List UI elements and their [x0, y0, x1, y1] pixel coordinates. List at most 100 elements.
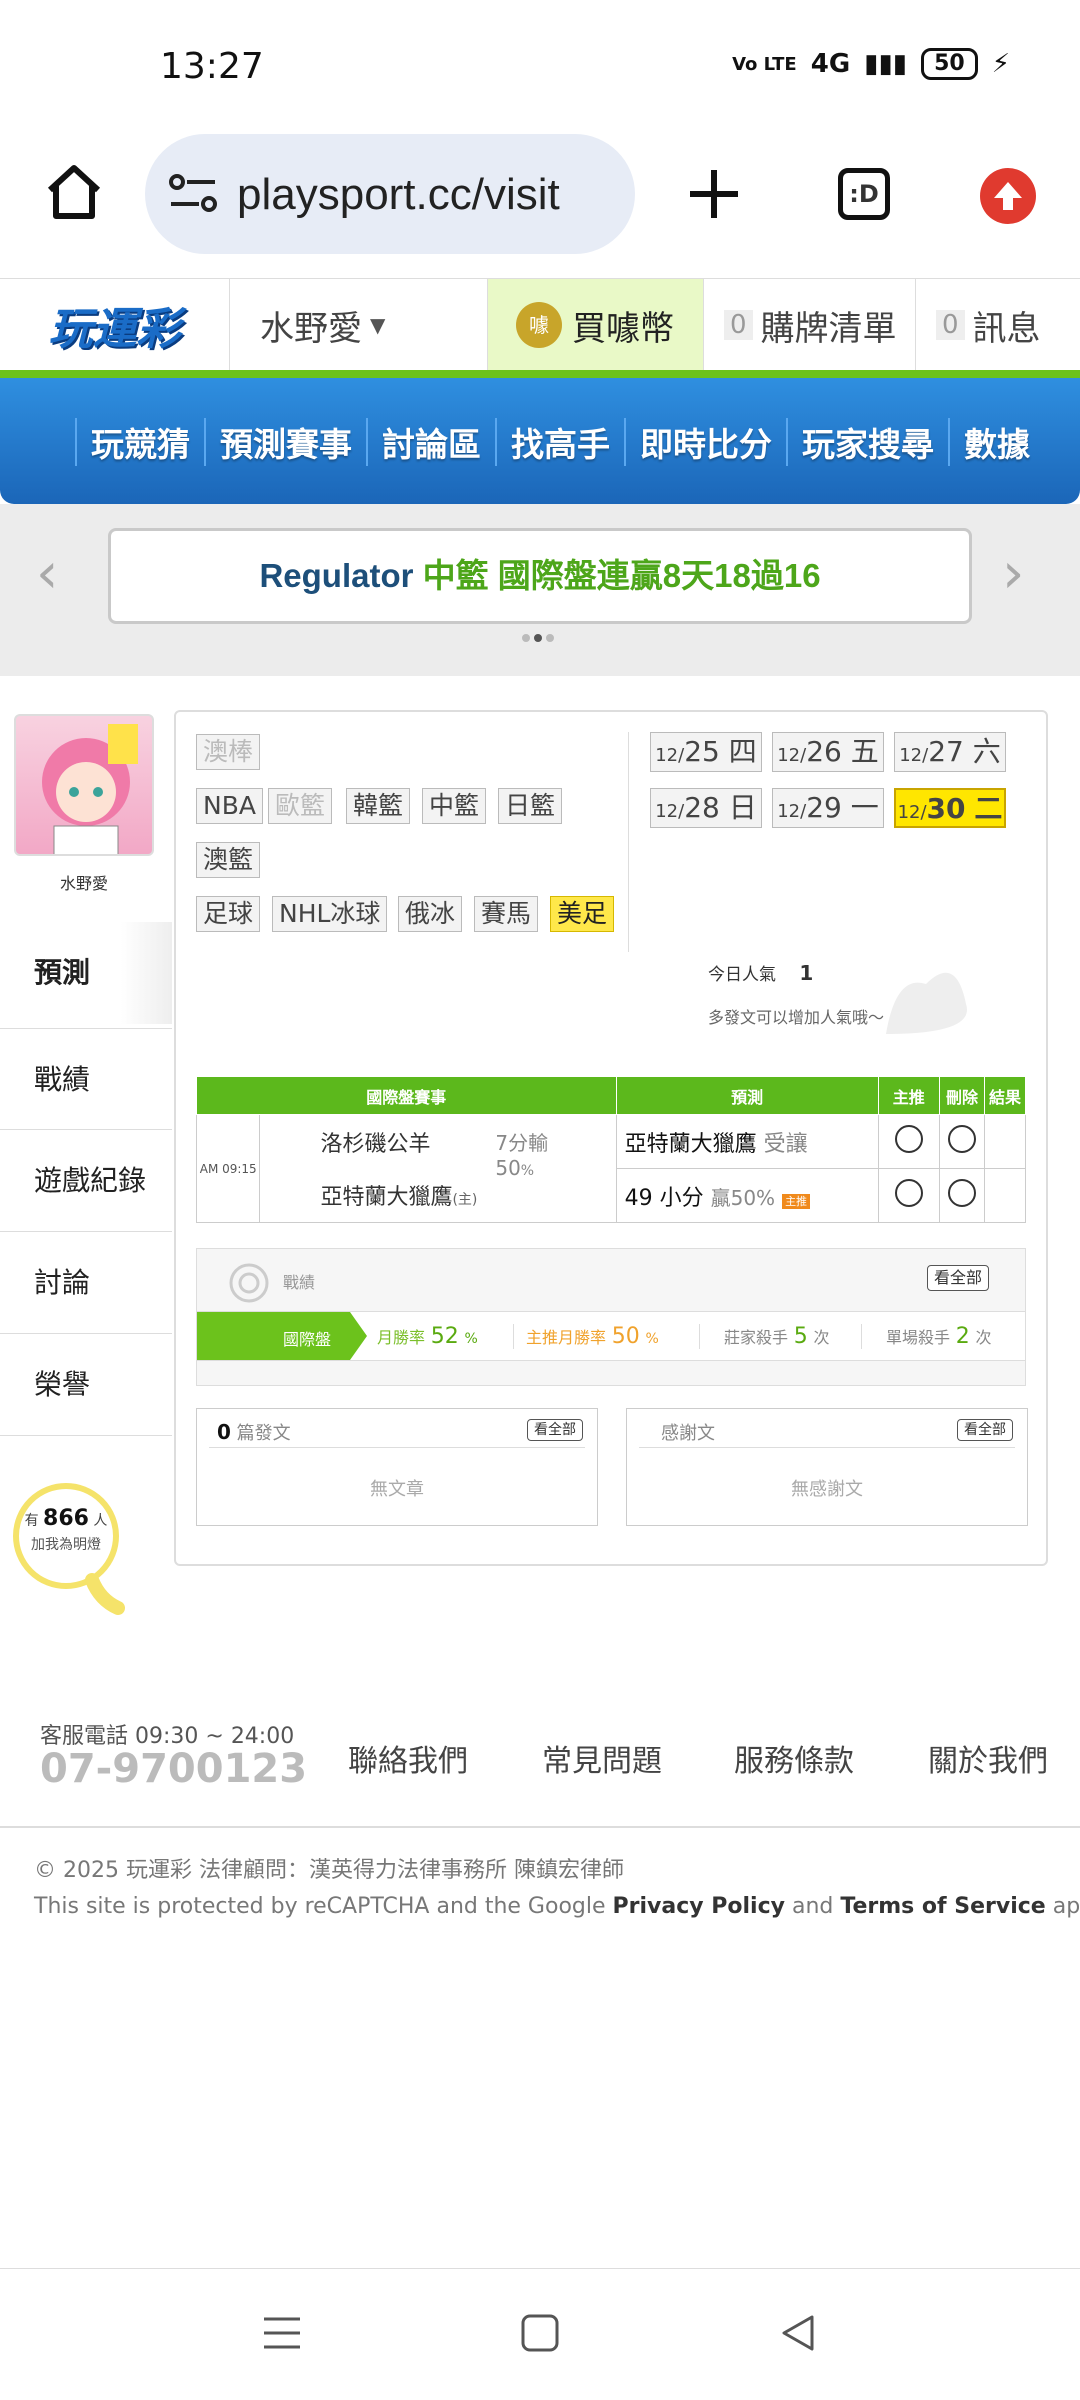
- main-pick-radio[interactable]: [877, 1168, 941, 1223]
- delete-radio[interactable]: [939, 1168, 986, 1223]
- nav-item-guess[interactable]: 玩競猜: [75, 418, 204, 466]
- stat-single-killer: 單場殺手 2 次: [861, 1324, 1025, 1349]
- privacy-policy-link[interactable]: Privacy Policy: [613, 1894, 785, 1919]
- clock: 13:27: [160, 46, 264, 87]
- signal-icon: ▮▮▮: [864, 49, 908, 79]
- back-icon[interactable]: [778, 2313, 818, 2353]
- league-tag-euro-bb[interactable]: 歐籃: [268, 788, 333, 824]
- footer-link-about[interactable]: 關於我們: [928, 1736, 1048, 1780]
- prediction-table: 國際盤賽事 預測 主推 刪除 結果 AM 09:15 洛杉磯公羊 7分輸 50%…: [195, 1076, 1026, 1223]
- posts-box: 0 篇發文 看全部 無文章: [196, 1408, 598, 1526]
- panel-divider: [628, 732, 629, 952]
- stat-banker-killer: 莊家殺手 5 次: [699, 1324, 859, 1349]
- date-1225[interactable]: 12/25 四: [650, 732, 762, 772]
- chevron-left-icon[interactable]: ‹: [36, 546, 58, 602]
- spread-pct-sign: %: [520, 1163, 535, 1179]
- prediction-panel: 澳棒 NBA 歐籃 韓籃 中籃 日籃 澳籃 足球 NHL冰球 俄冰 賽馬 美足 …: [174, 710, 1048, 1566]
- record-tab-intl[interactable]: 國際盤: [197, 1312, 367, 1360]
- sidebar-item-predict[interactable]: 預測: [0, 922, 172, 1024]
- stat-month-win: 月勝率 52 %: [377, 1324, 497, 1349]
- header-divider: [0, 370, 1080, 378]
- footer-link-faq[interactable]: 常見問題: [542, 1736, 662, 1780]
- posts-view-all-button[interactable]: 看全部: [527, 1419, 583, 1441]
- nav-item-data[interactable]: 數據: [948, 418, 1044, 466]
- nav-item-livescore[interactable]: 即時比分: [624, 418, 786, 466]
- site-logo[interactable]: 玩運彩: [0, 279, 230, 371]
- new-tab-icon[interactable]: [688, 168, 740, 220]
- date-1228[interactable]: 12/28 日: [650, 788, 762, 828]
- sidebar-item-record[interactable]: 戰績: [0, 1028, 172, 1130]
- stat-month-win-label: 月勝率: [377, 1328, 426, 1347]
- thanks-box: 感謝文 看全部 無感謝文: [626, 1408, 1028, 1526]
- profile-name: 水野愛: [59, 874, 108, 893]
- fans-lightbulb[interactable]: 有 866 人 加我為明燈: [10, 1480, 130, 1630]
- banner-user: Regulator: [259, 557, 414, 594]
- league-tag-kr-bb[interactable]: 韓籃: [346, 788, 411, 824]
- home-button-icon[interactable]: [520, 2313, 560, 2353]
- footer-link-terms[interactable]: 服務條款: [734, 1736, 854, 1780]
- update-icon[interactable]: [980, 168, 1036, 224]
- home-icon[interactable]: [42, 160, 106, 224]
- terms-of-service-link[interactable]: Terms of Service: [840, 1894, 1045, 1919]
- date-1229[interactable]: 12/29 一: [772, 788, 884, 828]
- thanks-view-all-button[interactable]: 看全部: [957, 1419, 1013, 1441]
- nav-item-player-search[interactable]: 玩家搜尋: [786, 418, 948, 466]
- record-tab-label: 國際盤: [283, 1330, 332, 1349]
- popularity-label: 今日人氣: [708, 965, 776, 985]
- pick-total-note: 贏50%: [710, 1185, 776, 1210]
- date-1227[interactable]: 12/27 六: [894, 732, 1006, 772]
- league-tag-au-baseball[interactable]: 澳棒: [196, 734, 261, 770]
- user-menu[interactable]: 水野愛 ▼: [230, 279, 488, 371]
- messages-label: 訊息: [972, 308, 1041, 349]
- league-tag-horse[interactable]: 賽馬: [474, 896, 539, 932]
- nav-item-forum[interactable]: 討論區: [366, 418, 495, 466]
- sidebar-item-game-log[interactable]: 遊戲紀錄: [0, 1130, 172, 1232]
- sidebar-item-discussion[interactable]: 討論: [0, 1232, 172, 1334]
- site-settings-icon[interactable]: [167, 168, 219, 220]
- result-cell: [984, 1114, 1026, 1169]
- username: 水野愛: [260, 308, 362, 349]
- thanks-divider: [639, 1447, 1015, 1448]
- status-icons: Vo LTE 4G ▮▮▮ 50 ⚡: [732, 48, 1010, 80]
- col-header-delete: 刪除: [939, 1076, 986, 1115]
- league-tag-nhl[interactable]: NHL冰球: [272, 896, 388, 932]
- delete-radio[interactable]: [939, 1114, 986, 1169]
- date-1230[interactable]: 12/30 二: [894, 788, 1006, 828]
- promo-banner[interactable]: Regulator 中籃 國際盤連贏8天18過16: [108, 528, 972, 624]
- league-tag-jp-bb[interactable]: 日籃: [498, 788, 563, 824]
- copyright: © 2025 玩運彩 法律顧問：漢英得力法律事務所 陳鎮宏律師: [34, 1858, 624, 1883]
- league-tag-nba[interactable]: NBA: [196, 788, 263, 824]
- main-pick-radio[interactable]: [877, 1114, 941, 1169]
- fans-prefix: 有: [24, 1513, 39, 1529]
- chevron-right-icon[interactable]: ›: [1002, 546, 1024, 602]
- address-bar[interactable]: playsport.cc/visit: [145, 134, 635, 254]
- posts-empty: 無文章: [370, 1479, 424, 1500]
- league-tag-nfl[interactable]: 美足: [550, 896, 615, 932]
- posts-label: 篇發文: [236, 1423, 291, 1444]
- cart-button[interactable]: 0 購牌清單: [704, 279, 916, 371]
- nav-item-predict[interactable]: 預測賽事: [204, 418, 366, 466]
- league-tag-cn-bb[interactable]: 中籃: [422, 788, 487, 824]
- promo-carousel: ‹ Regulator 中籃 國際盤連贏8天18過16 ›: [0, 504, 1080, 676]
- league-tag-soccer[interactable]: 足球: [196, 896, 261, 932]
- league-tag-ru-hockey[interactable]: 俄冰: [398, 896, 463, 932]
- messages-button[interactable]: 0 訊息: [916, 279, 1080, 371]
- stat-main-win-pct: %: [645, 1331, 659, 1347]
- league-tag-au-bb[interactable]: 澳籃: [196, 842, 261, 878]
- stat-single-killer-unit: 次: [975, 1328, 992, 1347]
- charging-icon: ⚡: [991, 49, 1010, 79]
- posts-count: 0: [217, 1420, 231, 1444]
- record-view-all-button[interactable]: 看全部: [927, 1265, 990, 1291]
- tab-switcher-button[interactable]: :D: [838, 168, 890, 220]
- phone-number[interactable]: 07-9700123: [40, 1746, 307, 1792]
- buy-coins-button[interactable]: 噱 買噱幣: [488, 279, 704, 371]
- menu-icon[interactable]: [262, 2313, 302, 2353]
- sidebar-item-honor[interactable]: 榮譽: [0, 1334, 172, 1436]
- date-1226[interactable]: 12/26 五: [772, 732, 884, 772]
- coin-icon: 噱: [516, 302, 562, 348]
- lightbulb-icon: [13, 1483, 125, 1615]
- stat-month-win-pct: %: [464, 1331, 478, 1347]
- footer-link-contact[interactable]: 聯絡我們: [348, 1736, 468, 1780]
- nav-item-experts[interactable]: 找高手: [495, 418, 624, 466]
- avatar[interactable]: [14, 714, 154, 856]
